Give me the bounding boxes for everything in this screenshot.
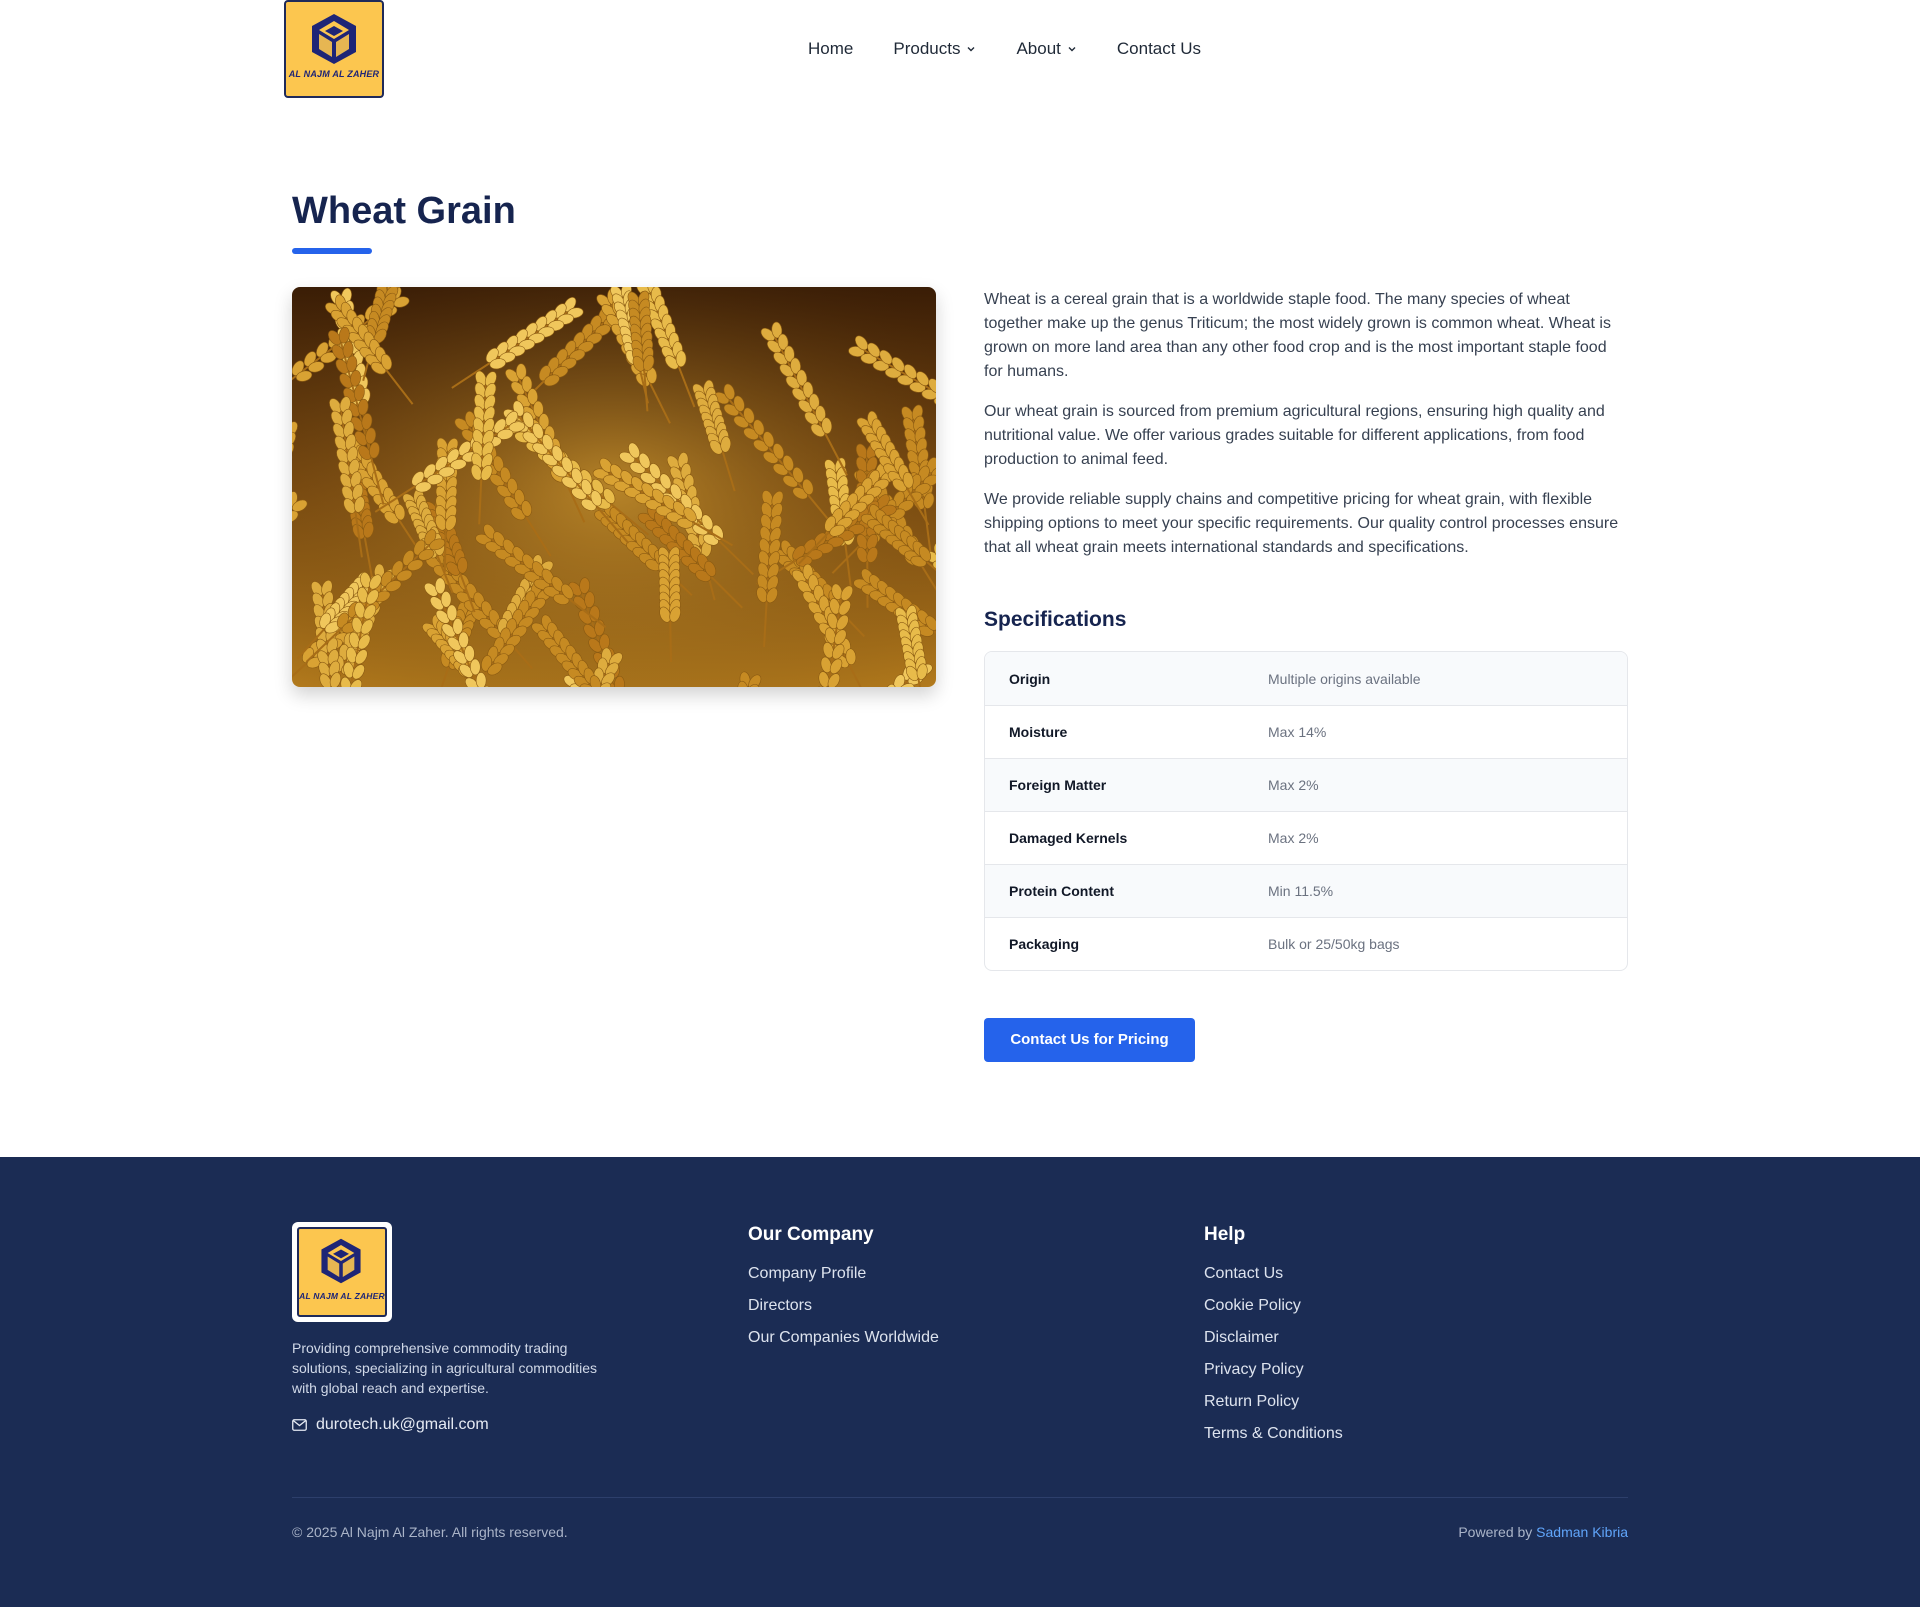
- footer-link[interactable]: Cookie Policy: [1204, 1296, 1343, 1328]
- spec-value: Bulk or 25/50kg bags: [1268, 936, 1400, 952]
- footer-about: Providing comprehensive commodity tradin…: [292, 1340, 598, 1396]
- footer-link[interactable]: Our Companies Worldwide: [748, 1328, 939, 1360]
- spec-row: Protein Content Min 11.5%: [985, 864, 1627, 917]
- powered-by-prefix: Powered by: [1458, 1524, 1533, 1540]
- spec-key: Packaging: [1009, 936, 1080, 952]
- footer-help-title: Help: [1204, 1224, 1246, 1245]
- spec-row: Damaged Kernels Max 2%: [985, 811, 1627, 864]
- title-underline: [292, 248, 372, 254]
- nav-about-label: About: [1016, 39, 1061, 58]
- spec-value: Multiple origins available: [1268, 670, 1421, 687]
- footer-logo[interactable]: AL NAJM AL ZAHER: [292, 1222, 392, 1322]
- spec-key: Foreign Matter: [1009, 777, 1107, 793]
- spec-row: Origin Multiple origins available: [985, 652, 1627, 705]
- logo-emblem-icon: [321, 1238, 361, 1284]
- powered-by-link[interactable]: Sadman Kibria: [1536, 1524, 1628, 1540]
- product-description: Wheat is a cereal grain that is a worldw…: [984, 288, 1628, 560]
- nav-home[interactable]: Home: [808, 38, 853, 60]
- footer-link[interactable]: Disclaimer: [1204, 1328, 1343, 1360]
- nav-products-label: Products: [893, 39, 961, 58]
- wheat-field-photo-icon: [292, 287, 936, 687]
- nav-products[interactable]: Products: [893, 38, 976, 60]
- footer-help-column: Help Contact Us Cookie Policy Disclaimer…: [1204, 1224, 1343, 1456]
- spec-key: Protein Content: [1009, 883, 1114, 899]
- spec-row: Packaging Bulk or 25/50kg bags: [985, 917, 1627, 970]
- footer-link[interactable]: Return Policy: [1204, 1392, 1343, 1424]
- logo-text: AL NAJM AL ZAHER: [299, 1291, 385, 1301]
- nav-home-label: Home: [808, 39, 854, 58]
- spec-value: Max 14%: [1268, 724, 1327, 740]
- footer-company-column: Our Company Company Profile Directors Ou…: [748, 1224, 939, 1360]
- product-image: [292, 287, 936, 687]
- description-paragraph: Wheat is a cereal grain that is a worldw…: [984, 291, 1611, 380]
- footer-email-text: durotech.uk@gmail.com: [316, 1416, 489, 1433]
- footer-email[interactable]: durotech.uk@gmail.com: [292, 1416, 489, 1434]
- mail-icon: [292, 1419, 307, 1431]
- spec-key: Origin: [1009, 670, 1051, 687]
- brand-logo[interactable]: AL NAJM AL ZAHER: [284, 0, 384, 98]
- spec-value: Max 2%: [1268, 777, 1319, 793]
- nav-contact-label: Contact Us: [1116, 39, 1201, 58]
- site-footer: AL NAJM AL ZAHER Providing comprehensive…: [0, 1157, 1920, 1607]
- main-nav: Home Products About Contact Us: [808, 38, 1201, 60]
- powered-by: Powered by Sadman Kibria: [1458, 1524, 1628, 1540]
- chevron-down-icon: [1068, 47, 1076, 52]
- footer-link[interactable]: Contact Us: [1204, 1264, 1343, 1296]
- footer-link[interactable]: Directors: [748, 1296, 939, 1328]
- description-paragraph: We provide reliable supply chains and co…: [984, 491, 1619, 556]
- footer-link[interactable]: Company Profile: [748, 1264, 939, 1296]
- spec-key: Damaged Kernels: [1009, 830, 1128, 846]
- nav-contact[interactable]: Contact Us: [1117, 38, 1201, 60]
- specifications-table: Origin Multiple origins available Moistu…: [984, 651, 1628, 971]
- footer-logo-badge: AL NAJM AL ZAHER: [297, 1227, 387, 1317]
- copyright: © 2025 Al Najm Al Zaher. All rights rese…: [292, 1524, 568, 1540]
- specifications-heading: Specifications: [984, 608, 1127, 631]
- spec-value: Max 2%: [1268, 830, 1319, 846]
- site-header: AL NAJM AL ZAHER Home Products About Con…: [0, 0, 1920, 100]
- spec-key: Moisture: [1009, 724, 1068, 740]
- footer-divider: [292, 1497, 1628, 1498]
- spec-row: Moisture Max 14%: [985, 705, 1627, 758]
- footer-link[interactable]: Terms & Conditions: [1204, 1424, 1343, 1456]
- logo-emblem-icon: [312, 14, 356, 64]
- logo-text: AL NAJM AL ZAHER: [288, 69, 380, 79]
- spec-row: Foreign Matter Max 2%: [985, 758, 1627, 811]
- footer-link[interactable]: Privacy Policy: [1204, 1360, 1343, 1392]
- spec-value: Min 11.5%: [1268, 883, 1334, 899]
- chevron-down-icon: [967, 47, 975, 52]
- contact-for-pricing-button[interactable]: Contact Us for Pricing: [984, 1018, 1195, 1062]
- footer-company-title: Our Company: [748, 1224, 874, 1245]
- page-title: Wheat Grain: [292, 190, 516, 232]
- nav-about[interactable]: About: [1016, 38, 1076, 60]
- description-paragraph: Our wheat grain is sourced from premium …: [984, 403, 1605, 468]
